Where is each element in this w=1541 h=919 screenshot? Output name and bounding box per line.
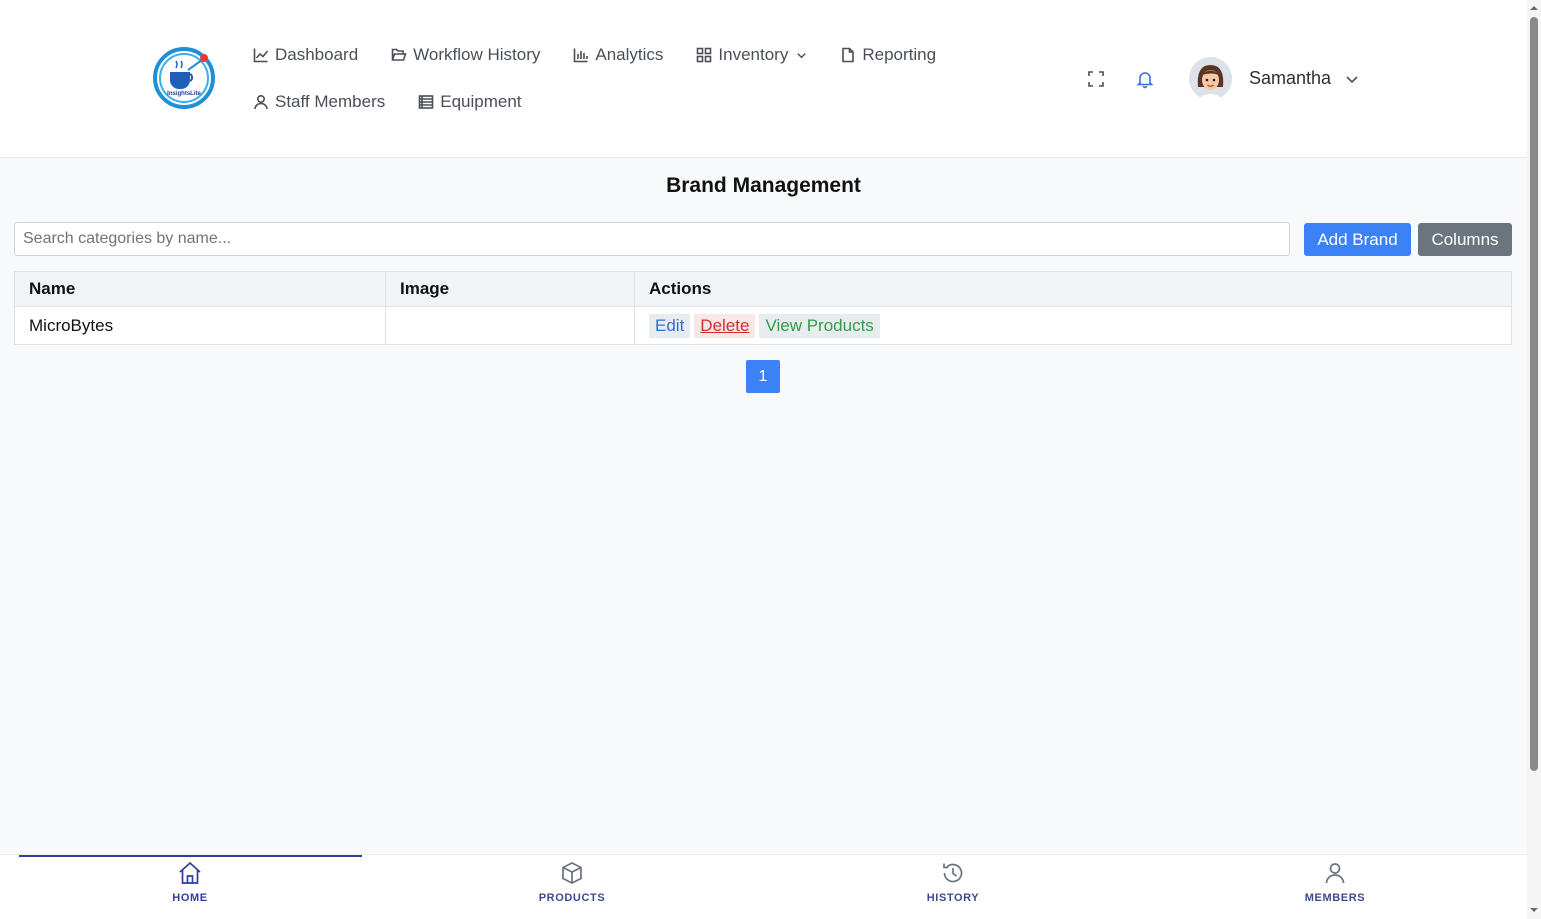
pagination-page-button[interactable]: 1 — [746, 360, 780, 393]
edit-button[interactable]: Edit — [649, 313, 691, 338]
page-title: Brand Management — [666, 174, 861, 197]
top-header: InsightsLite Dashboard Workflow History … — [0, 0, 1527, 158]
delete-button[interactable]: Delete — [694, 313, 756, 338]
brands-table: Name Image Actions MicroBytes Edit Delete… — [14, 271, 1512, 345]
bottom-nav-members[interactable]: MEMBERS — [1260, 855, 1410, 919]
nav-equipment-label: Equipment — [440, 92, 522, 111]
nav-dashboard[interactable]: Dashboard — [253, 45, 358, 65]
nav-inventory-label: Inventory — [718, 45, 789, 64]
add-brand-button[interactable]: Add Brand — [1304, 223, 1411, 256]
chevron-down-icon[interactable] — [1345, 72, 1359, 86]
view-products-button[interactable]: View Products — [759, 313, 880, 338]
user-icon — [1325, 863, 1345, 884]
table-row: MicroBytes Edit Delete View Products — [14, 306, 1512, 345]
search-input[interactable] — [14, 222, 1290, 256]
brand-name-cell: MicroBytes — [14, 306, 386, 345]
nav-reporting[interactable]: Reporting — [840, 45, 936, 65]
bottom-nav-history-label: HISTORY — [926, 892, 980, 904]
chevron-down-icon — [797, 52, 807, 58]
fullscreen-icon[interactable] — [1086, 69, 1106, 89]
bottom-nav-home-label: HOME — [172, 892, 208, 904]
bottom-navigation: HOME PRODUCTS HISTORY MEMBERS — [0, 854, 1527, 919]
bottom-nav-history[interactable]: HISTORY — [878, 855, 1028, 919]
document-icon — [842, 47, 855, 63]
scroll-down-arrow-icon[interactable] — [1530, 906, 1538, 914]
history-icon — [943, 863, 963, 883]
nav-staff-members[interactable]: Staff Members — [253, 92, 385, 112]
list-icon — [418, 95, 434, 109]
column-header-image[interactable]: Image — [385, 271, 635, 307]
nav-reporting-label: Reporting — [862, 45, 937, 64]
nav-row-secondary: Staff Members Equipment — [253, 89, 555, 115]
bottom-nav-products-label: PRODUCTS — [538, 892, 606, 904]
column-header-actions: Actions — [634, 271, 1512, 307]
nav-staff-members-label: Staff Members — [275, 92, 386, 111]
bar-chart-icon — [574, 48, 589, 63]
actions-cell: Edit Delete View Products — [634, 306, 1512, 345]
bottom-nav-home[interactable]: HOME — [115, 855, 265, 919]
logo-text: InsightsLite — [167, 91, 201, 97]
bell-icon[interactable] — [1135, 69, 1155, 89]
nav-row-primary: Dashboard Workflow History Analytics Inv… — [253, 42, 969, 68]
chart-line-icon — [253, 48, 269, 63]
vertical-scrollbar[interactable] — [1527, 0, 1541, 919]
box-icon — [562, 862, 582, 884]
nav-equipment[interactable]: Equipment — [418, 92, 522, 112]
user-icon — [254, 94, 268, 110]
nav-workflow-history[interactable]: Workflow History — [391, 45, 540, 65]
home-icon — [179, 861, 201, 884]
app-logo[interactable]: InsightsLite — [152, 46, 216, 110]
nav-inventory[interactable]: Inventory — [696, 45, 807, 65]
brand-image-cell — [385, 306, 635, 345]
avatar[interactable] — [1189, 57, 1232, 100]
nav-workflow-history-label: Workflow History — [413, 45, 541, 64]
bottom-nav-members-label: MEMBERS — [1304, 892, 1366, 904]
nav-dashboard-label: Dashboard — [275, 45, 359, 64]
nav-analytics-label: Analytics — [595, 45, 664, 64]
user-name[interactable]: Samantha — [1249, 68, 1331, 89]
folder-icon — [391, 48, 407, 61]
nav-analytics[interactable]: Analytics — [573, 45, 663, 65]
table-header-row: Name Image Actions — [14, 271, 1512, 307]
scroll-up-arrow-icon[interactable] — [1530, 4, 1538, 12]
bottom-nav-products[interactable]: PRODUCTS — [497, 855, 647, 919]
scrollbar-thumb[interactable] — [1530, 17, 1538, 771]
columns-button[interactable]: Columns — [1418, 223, 1512, 256]
column-header-name[interactable]: Name — [14, 271, 386, 307]
grid-icon — [697, 47, 712, 63]
